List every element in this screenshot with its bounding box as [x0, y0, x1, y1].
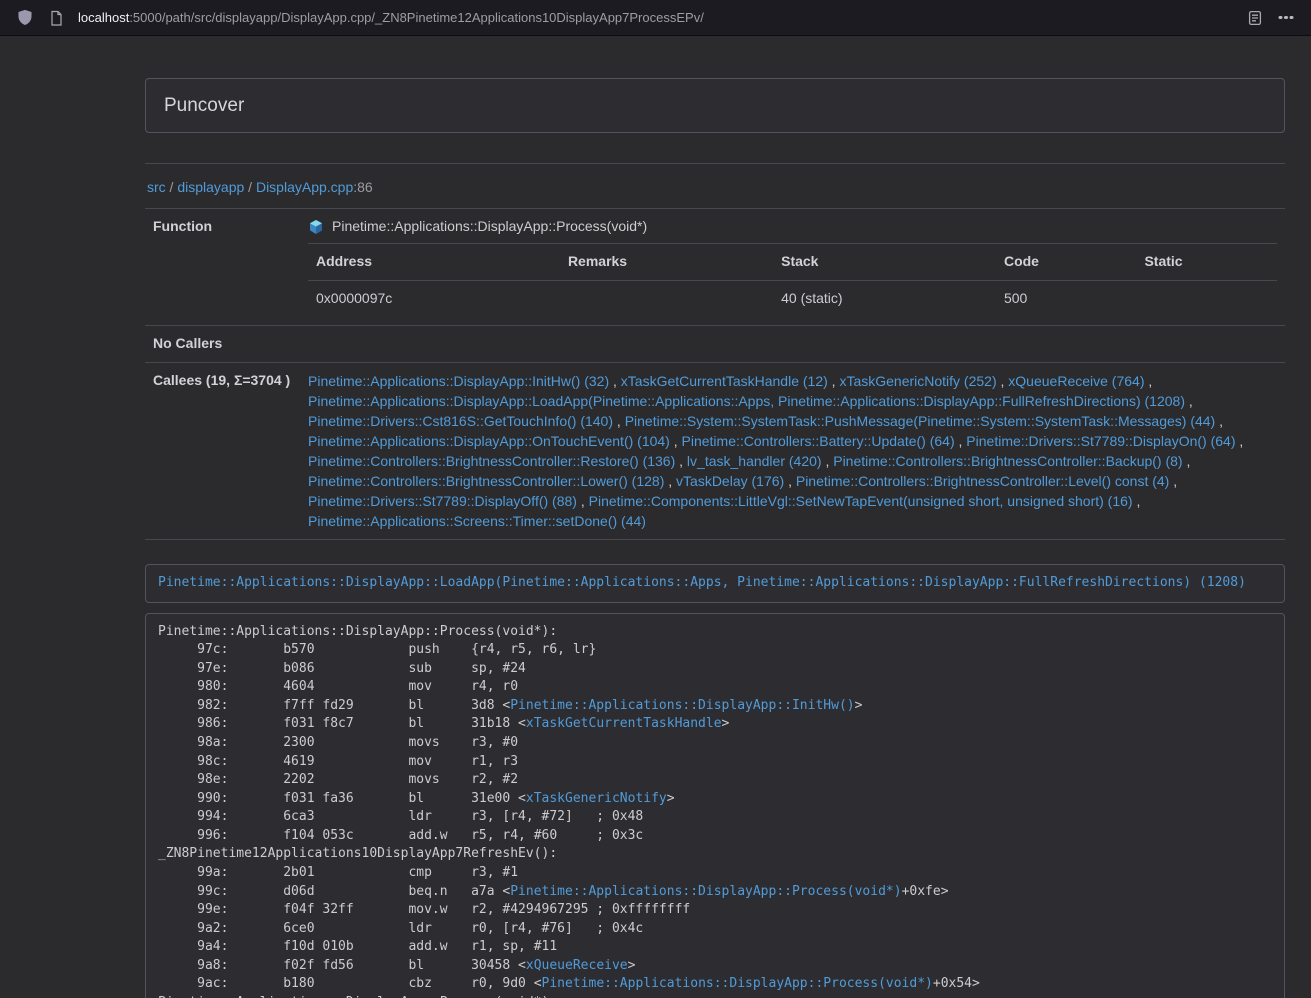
- callee-separator: ,: [784, 473, 796, 489]
- callee-link[interactable]: xTaskGenericNotify (252): [839, 373, 996, 389]
- callee-separator: ,: [670, 433, 682, 449]
- callee-link[interactable]: Pinetime::Drivers::St7789::DisplayOn() (…: [966, 433, 1235, 449]
- breadcrumb-link[interactable]: displayapp: [177, 179, 244, 195]
- callee-separator: ,: [675, 453, 687, 469]
- code-symbol-link[interactable]: xTaskGenericNotify: [526, 791, 667, 806]
- callee-link[interactable]: Pinetime::Applications::DisplayApp::Init…: [308, 373, 609, 389]
- no-callers-label: No Callers: [145, 326, 300, 363]
- callee-link[interactable]: Pinetime::System::SystemTask::PushMessag…: [625, 413, 1216, 429]
- cell-code: 500: [996, 281, 1137, 317]
- cell-remarks: [560, 281, 773, 317]
- divider: [145, 163, 1285, 164]
- function-row: Function Pinetime::Applications::Display…: [145, 209, 1285, 326]
- column-code: Code: [996, 244, 1137, 281]
- callee-link[interactable]: Pinetime::Controllers::BrightnessControl…: [308, 473, 664, 489]
- callee-link[interactable]: Pinetime::Controllers::Battery::Update()…: [682, 433, 955, 449]
- url-path: :5000/path/src/displayapp/DisplayApp.cpp…: [129, 10, 704, 25]
- callee-link[interactable]: Pinetime::Controllers::BrightnessControl…: [833, 453, 1182, 469]
- callee-link[interactable]: vTaskDelay (176): [676, 473, 784, 489]
- url-bar[interactable]: localhost:5000/path/src/displayapp/Displ…: [78, 10, 1235, 25]
- callee-separator: ,: [577, 493, 589, 509]
- callee-separator: ,: [664, 473, 676, 489]
- callee-separator: ,: [1185, 393, 1193, 409]
- callee-separator: ,: [997, 373, 1009, 389]
- shield-icon[interactable]: [14, 7, 36, 29]
- page-title: Puncover: [164, 95, 244, 116]
- breadcrumb-separator: /: [166, 179, 178, 195]
- callee-link[interactable]: Pinetime::Applications::Screens::Timer::…: [308, 513, 646, 529]
- callee-separator: ,: [955, 433, 967, 449]
- breadcrumb: src / displayapp / DisplayApp.cpp:86: [145, 176, 1285, 200]
- callee-link[interactable]: Pinetime::Controllers::BrightnessControl…: [308, 453, 675, 469]
- url-host: localhost: [78, 10, 129, 25]
- callee-separator: ,: [613, 413, 625, 429]
- disassembly-pre: Pinetime::Applications::DisplayApp::Proc…: [145, 613, 1285, 998]
- callee-link[interactable]: Pinetime::Drivers::St7789::DisplayOff() …: [308, 493, 577, 509]
- callees-label: Callees (19, Σ=3704 ): [145, 363, 300, 540]
- app-title-panel: Puncover: [145, 78, 1285, 133]
- callee-separator: ,: [828, 373, 840, 389]
- reader-view-icon[interactable]: [1244, 7, 1266, 29]
- address-table-header: Address Remarks Stack Code Static: [308, 244, 1277, 281]
- callee-link[interactable]: Pinetime::Controllers::BrightnessControl…: [796, 473, 1169, 489]
- browser-toolbar: localhost:5000/path/src/displayapp/Displ…: [0, 0, 1311, 36]
- breadcrumb-link[interactable]: DisplayApp.cpp: [256, 179, 353, 195]
- function-title: Pinetime::Applications::DisplayApp::Proc…: [308, 217, 1277, 237]
- column-remarks: Remarks: [560, 244, 773, 281]
- menu-icon[interactable]: [1275, 7, 1297, 29]
- callee-separator: ,: [1183, 453, 1191, 469]
- column-address: Address: [308, 244, 560, 281]
- callees-list: Pinetime::Applications::DisplayApp::Init…: [308, 371, 1277, 531]
- highlighted-symbol-box: Pinetime::Applications::DisplayApp::Load…: [145, 564, 1285, 603]
- breadcrumb-separator: /: [244, 179, 256, 195]
- callee-link[interactable]: Pinetime::Applications::DisplayApp::OnTo…: [308, 433, 670, 449]
- callee-separator: ,: [1236, 433, 1244, 449]
- code-symbol-link[interactable]: Pinetime::Applications::DisplayApp::Proc…: [542, 976, 933, 991]
- callee-link[interactable]: lv_task_handler (420): [687, 453, 822, 469]
- table-row: 0x0000097c 40 (static) 500: [308, 281, 1277, 317]
- breadcrumb-link[interactable]: src: [147, 179, 166, 195]
- function-table: Function Pinetime::Applications::Display…: [145, 208, 1285, 540]
- callee-separator: ,: [1144, 373, 1152, 389]
- callee-separator: ,: [822, 453, 834, 469]
- callee-separator: ,: [1133, 493, 1141, 509]
- code-symbol-link[interactable]: Pinetime::Applications::DisplayApp::Init…: [510, 698, 854, 713]
- cell-static: [1136, 281, 1277, 317]
- function-label: Function: [145, 209, 300, 326]
- column-static: Static: [1136, 244, 1277, 281]
- page-container: Puncover src / displayapp / DisplayApp.c…: [145, 78, 1285, 998]
- column-stack: Stack: [773, 244, 996, 281]
- callee-separator: ,: [1169, 473, 1177, 489]
- function-name: Pinetime::Applications::DisplayApp::Proc…: [332, 217, 647, 237]
- callee-link[interactable]: xTaskGetCurrentTaskHandle (12): [621, 373, 828, 389]
- page-icon[interactable]: [45, 7, 67, 29]
- breadcrumb-line-number: :86: [353, 179, 372, 195]
- highlighted-symbol-link[interactable]: Pinetime::Applications::DisplayApp::Load…: [158, 575, 1246, 590]
- no-callers-row: No Callers: [145, 326, 1285, 363]
- callee-link[interactable]: Pinetime::Drivers::Cst816S::GetTouchInfo…: [308, 413, 613, 429]
- callee-link[interactable]: Pinetime::Applications::DisplayApp::Load…: [308, 393, 1185, 409]
- address-table: Address Remarks Stack Code Static 0x0000…: [308, 243, 1277, 317]
- code-symbol-link[interactable]: xQueueReceive: [526, 958, 628, 973]
- callees-row: Callees (19, Σ=3704 ) Pinetime::Applicat…: [145, 363, 1285, 540]
- callee-separator: ,: [609, 373, 621, 389]
- ellipsis-dots: [1284, 16, 1288, 20]
- callee-separator: ,: [1215, 413, 1223, 429]
- cell-address: 0x0000097c: [308, 281, 560, 317]
- function-type-icon: [308, 219, 324, 235]
- cell-stack: 40 (static): [773, 281, 996, 317]
- callee-link[interactable]: xQueueReceive (764): [1008, 373, 1144, 389]
- code-symbol-link[interactable]: Pinetime::Applications::DisplayApp::Proc…: [510, 884, 901, 899]
- callee-link[interactable]: Pinetime::Components::LittleVgl::SetNewT…: [589, 493, 1133, 509]
- code-symbol-link[interactable]: xTaskGetCurrentTaskHandle: [526, 716, 722, 731]
